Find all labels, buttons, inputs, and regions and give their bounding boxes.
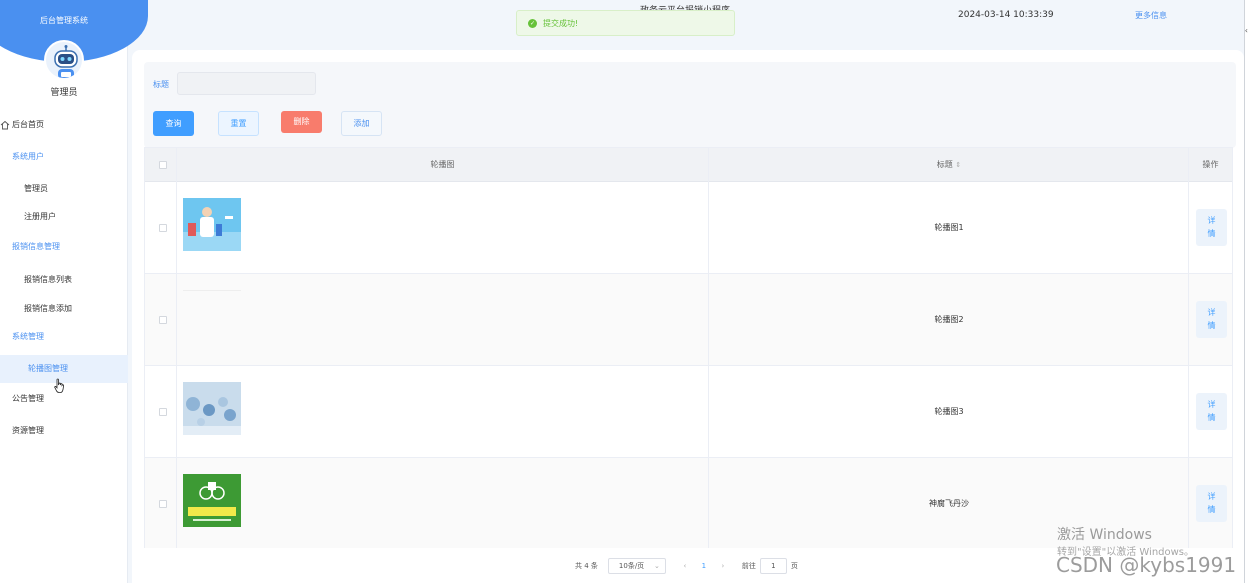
medical-illustration-image	[183, 198, 241, 251]
more-info-link[interactable]: 更多信息	[1135, 10, 1167, 21]
table-row: 轮播图2 详 情	[145, 274, 1232, 366]
column-title-text: 标题	[936, 160, 953, 169]
select-all-checkbox[interactable]	[159, 161, 167, 169]
delete-button[interactable]: 删除	[281, 111, 322, 133]
sidebar-item-label: 资源管理	[12, 426, 44, 435]
sidebar-item-label: 后台首页	[12, 120, 44, 129]
title-filter-label: 标题	[153, 80, 169, 89]
detail-label-2: 情	[1207, 229, 1216, 238]
prev-page-icon[interactable]: ‹	[680, 562, 690, 570]
sidebar-item-label: 管理员	[24, 184, 48, 193]
goto-prefix: 前往	[741, 562, 756, 570]
sidebar-item-label: 注册用户	[24, 212, 56, 221]
column-divider	[708, 148, 709, 548]
detail-button[interactable]: 详 情	[1196, 393, 1227, 430]
green-delivery-banner-image	[183, 474, 241, 527]
detail-button[interactable]: 详 情	[1196, 485, 1227, 522]
windows-activation-watermark: 激活 Windows	[1057, 527, 1152, 543]
table-header: 轮播图 标题 ⇕ 操作	[145, 148, 1232, 182]
detail-label-1: 详	[1207, 216, 1216, 225]
goto-page-input[interactable]: 1	[759, 558, 787, 574]
sidebar-item-label: 报销信息管理	[12, 242, 60, 251]
avatar[interactable]	[44, 40, 84, 80]
carousel-table: 轮播图 标题 ⇕ 操作 轮播图1 详 情 轮播图2 详 情 轮播图3 详 情 神…	[144, 147, 1233, 548]
detail-label-1: 详	[1207, 492, 1216, 501]
detail-label-2: 情	[1207, 505, 1216, 514]
home-icon	[0, 120, 10, 130]
table-row: 轮播图1 详 情	[145, 182, 1232, 274]
user-name: 管理员	[50, 88, 78, 98]
next-page-icon[interactable]: ›	[718, 562, 728, 570]
carousel-thumbnail[interactable]	[183, 290, 241, 343]
detail-label-2: 情	[1207, 321, 1216, 330]
header-datetime: 2024-03-14 10:33:39	[958, 10, 1054, 20]
page-size-select[interactable]: 10条/页 ⌄	[607, 558, 666, 574]
total-count: 共 4 条	[575, 562, 598, 570]
column-divider	[176, 148, 177, 548]
blue-molecules-image	[183, 382, 241, 435]
sidebar-item-label: 公告管理	[12, 394, 44, 403]
carousel-thumbnail[interactable]	[183, 198, 241, 251]
column-header-image: 轮播图	[430, 160, 455, 169]
row-title: 轮播图1	[934, 223, 964, 232]
row-title: 轮播图3	[934, 407, 964, 416]
sidebar-item-label: 报销信息列表	[24, 275, 72, 284]
row-title: 神腐飞丹沙	[929, 499, 969, 508]
pagination: 共 4 条 10条/页 ⌄ ‹ 1 › 前往 1 页	[575, 558, 798, 574]
carousel-thumbnail[interactable]	[183, 382, 241, 435]
check-circle-icon: ✓	[528, 18, 537, 28]
sidebar-item-home[interactable]: 后台首页	[0, 111, 128, 139]
detail-label-2: 情	[1207, 413, 1216, 422]
robot-avatar-icon	[54, 45, 78, 78]
detail-label-1: 详	[1207, 308, 1216, 317]
row-checkbox[interactable]	[159, 500, 167, 508]
column-divider	[1188, 148, 1189, 548]
current-page[interactable]: 1	[690, 562, 718, 570]
sidebar-item-label: 报销信息添加	[24, 304, 72, 313]
detail-label-1: 详	[1207, 400, 1216, 409]
window-edge	[1244, 0, 1248, 583]
sidebar-group-reimbursement[interactable]: 报销信息管理	[0, 233, 128, 261]
table-row: 轮播图3 详 情	[145, 366, 1232, 458]
toast-message: 提交成功!	[543, 18, 579, 28]
column-header-actions: 操作	[1202, 160, 1219, 169]
goto-suffix: 页	[790, 562, 798, 570]
blank-image	[183, 290, 241, 343]
add-button[interactable]: 添加	[341, 111, 382, 136]
sidebar-item-reimbursement-add[interactable]: 报销信息添加	[0, 295, 128, 323]
reset-button[interactable]: 重置	[218, 111, 259, 136]
title-filter-input[interactable]	[177, 72, 316, 95]
sidebar-item-label: 系统管理	[12, 332, 44, 341]
grid-icon[interactable]	[136, 4, 148, 16]
row-checkbox[interactable]	[159, 408, 167, 416]
detail-button[interactable]: 详 情	[1196, 209, 1227, 246]
sidebar-item-admins[interactable]: 管理员	[0, 175, 128, 203]
column-header-title[interactable]: 标题 ⇕	[709, 148, 1189, 182]
row-checkbox[interactable]	[159, 224, 167, 232]
hand-cursor-icon	[54, 378, 65, 393]
row-title: 轮播图2	[934, 315, 964, 324]
system-title: 后台管理系统	[40, 16, 88, 25]
sidebar-item-resources[interactable]: 资源管理	[0, 417, 128, 445]
sidebar-group-system-management[interactable]: 系统管理	[0, 323, 128, 351]
csdn-watermark: CSDN @kybs1991	[1056, 553, 1237, 577]
carousel-thumbnail[interactable]	[183, 474, 241, 527]
sort-icon[interactable]: ⇕	[955, 161, 961, 169]
sidebar-item-label: 轮播图管理	[28, 364, 68, 373]
success-toast: ✓ 提交成功!	[516, 10, 735, 36]
sidebar-item-label: 系统用户	[12, 152, 44, 161]
detail-button[interactable]: 详 情	[1196, 301, 1227, 338]
sidebar-item-reimbursement-list[interactable]: 报销信息列表	[0, 266, 128, 294]
chevron-down-icon: ⌄	[654, 562, 660, 570]
sidebar: 后台管理系统 管理员 后台首页 系统用户 管理员 注册用户 报销信息管理 报销信…	[0, 0, 148, 583]
row-checkbox[interactable]	[159, 316, 167, 324]
sidebar-item-registered-users[interactable]: 注册用户	[0, 203, 128, 231]
query-button[interactable]: 查询	[153, 111, 194, 136]
page-size-value: 10条/页	[618, 562, 645, 570]
sidebar-group-system-users[interactable]: 系统用户	[0, 143, 128, 171]
